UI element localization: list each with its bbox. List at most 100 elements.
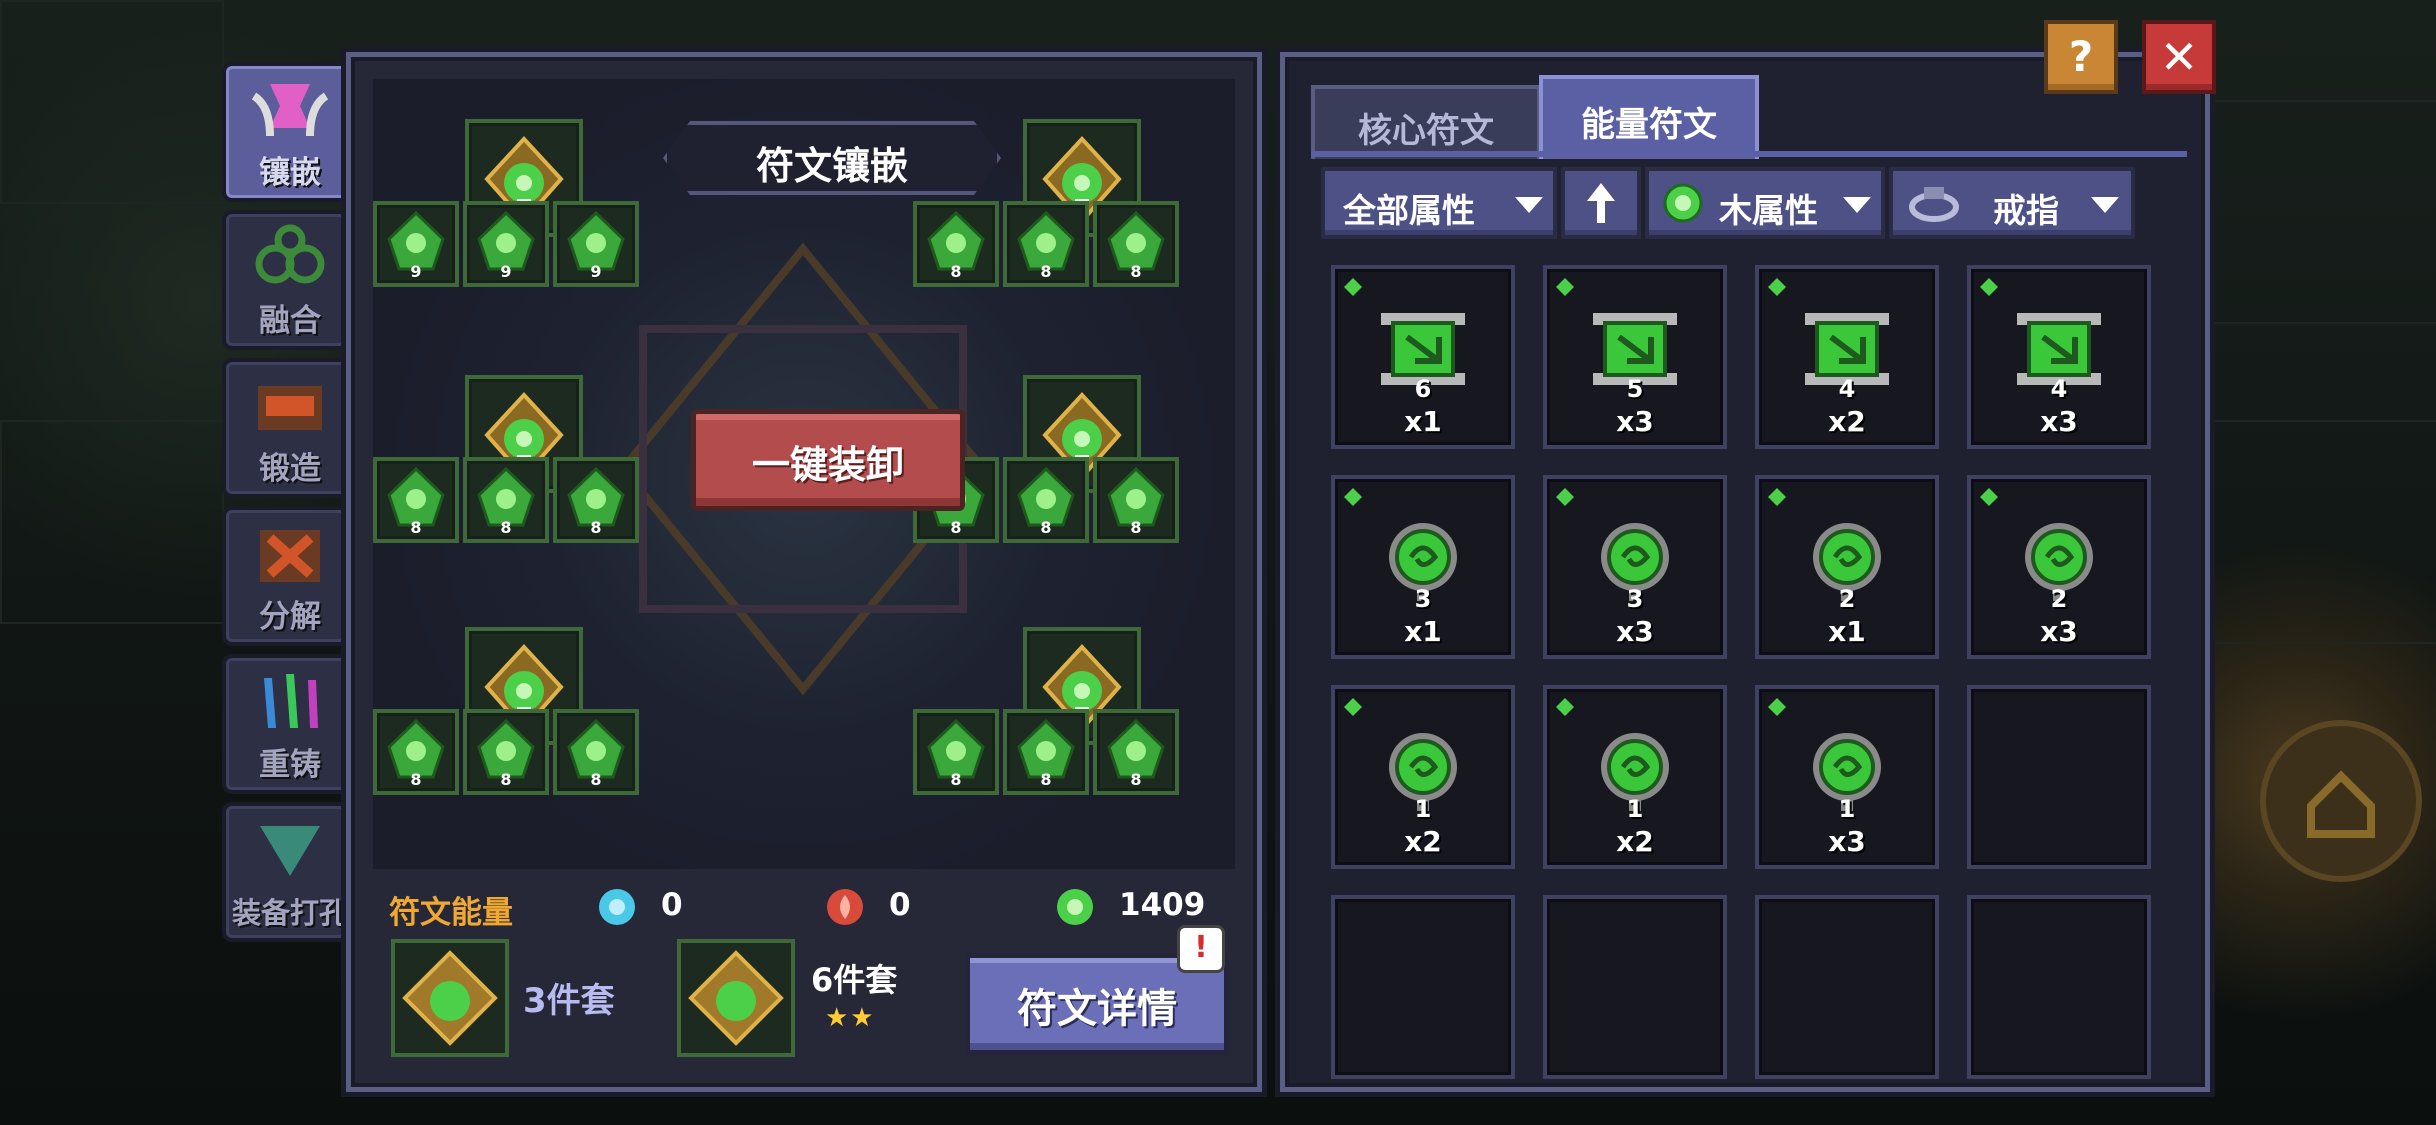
red-energy-value: 0 (889, 887, 911, 923)
rune-count: x1 (1404, 615, 1442, 648)
rune-grid-cell[interactable]: 4 x3 (1967, 265, 2151, 449)
energy-slot[interactable]: 8 (1093, 709, 1179, 795)
energy-slot[interactable]: 8 (1003, 457, 1089, 543)
rune-grid-cell[interactable] (1967, 895, 2151, 1079)
inlay-title-bar: 符文镶嵌 (663, 121, 1001, 195)
wood-element-icon (1344, 488, 1362, 506)
rune-grid-cell[interactable]: 6 x1 (1331, 265, 1515, 449)
chevron-down-icon (1515, 197, 1543, 213)
rune-level: 3 (1414, 585, 1432, 613)
nav-fusion[interactable]: 融合 (222, 210, 358, 350)
energy-slot[interactable]: 8 (463, 457, 549, 543)
energy-slot[interactable]: 8 (373, 709, 459, 795)
wood-element-icon (1980, 278, 1998, 296)
one-click-unequip-button[interactable]: 一键装卸 (691, 409, 965, 511)
energy-slot-level: 8 (1130, 518, 1142, 537)
up-arrow-icon (1587, 183, 1615, 223)
rune-grid-cell[interactable] (1543, 895, 1727, 1079)
chevron-down-icon (1843, 197, 1871, 213)
energy-slot[interactable]: 9 (373, 201, 459, 287)
element-filter-dropdown[interactable]: 木属性 (1645, 167, 1885, 239)
rune-count: x3 (2040, 615, 2078, 648)
rune-grid-cell[interactable]: 1 x3 (1755, 685, 1939, 869)
energy-slot[interactable]: 8 (553, 457, 639, 543)
rune-grid-cell[interactable] (1967, 685, 2151, 869)
energy-slot-level: 8 (500, 518, 512, 537)
rune-grid-cell[interactable]: 1 x2 (1543, 685, 1727, 869)
energy-slot[interactable]: 8 (913, 709, 999, 795)
energy-slot[interactable]: 9 (553, 201, 639, 287)
nav-socket-punch[interactable]: 装备打孔 (222, 802, 358, 942)
rune-inventory-panel: 核心符文 能量符文 全部属性 木属性 戒指 6 x1 5 x3 4 x2 4 x3 3 x1 3 x3… (1280, 52, 2210, 1092)
help-button[interactable]: ? (2044, 20, 2118, 94)
energy-slot[interactable]: 8 (463, 709, 549, 795)
energy-slot-level: 8 (1040, 770, 1052, 789)
wood-element-icon (1344, 698, 1362, 716)
set-3-slot[interactable] (391, 939, 509, 1057)
tab-core-runes[interactable]: 核心符文 (1311, 85, 1541, 159)
ring-icon (1909, 187, 1959, 222)
energy-slot-level: 8 (1130, 770, 1142, 789)
rune-count: x3 (2040, 405, 2078, 438)
nav-recast-label: 重铸 (259, 747, 321, 783)
unequip-label: 一键装卸 (751, 443, 904, 487)
nav-forge-label: 锻造 (259, 451, 321, 487)
rune-grid-cell[interactable] (1755, 895, 1939, 1079)
rune-grid-cell[interactable] (1331, 895, 1515, 1079)
energy-slot[interactable]: 9 (463, 201, 549, 287)
rune-energy-label: 符文能量 (389, 895, 513, 931)
energy-slot[interactable]: 8 (1093, 457, 1179, 543)
tab-underline (1311, 151, 2187, 157)
nav-inlay[interactable]: 镶嵌 (222, 62, 358, 202)
fusion-icon (255, 224, 325, 284)
energy-slot[interactable]: 8 (1093, 201, 1179, 287)
rune-set-icon (402, 950, 498, 1046)
attribute-filter-dropdown[interactable]: 全部属性 (1321, 167, 1557, 239)
energy-slot[interactable]: 8 (373, 457, 459, 543)
nav-forge[interactable]: 锻造 (222, 358, 358, 498)
wood-element-icon (1556, 698, 1574, 716)
energy-slot-level: 9 (500, 262, 512, 281)
filter-bar: 全部属性 木属性 戒指 (1321, 167, 2181, 239)
rune-level: 6 (1414, 375, 1432, 403)
rune-grid-cell[interactable]: 5 x3 (1543, 265, 1727, 449)
energy-slot[interactable]: 8 (1003, 201, 1089, 287)
rune-level: 2 (2050, 585, 2068, 613)
energy-slot[interactable]: 8 (1003, 709, 1089, 795)
rune-count: x3 (1828, 825, 1866, 858)
wood-element-icon (1663, 183, 1703, 223)
dismantle-icon (260, 530, 320, 582)
rune-count: x3 (1616, 615, 1654, 648)
inlay-icon (251, 84, 329, 137)
rune-grid-cell[interactable]: 2 x1 (1755, 475, 1939, 659)
rune-details-label: 符文详情 (1017, 986, 1177, 1032)
energy-slot-level: 8 (1130, 262, 1142, 281)
energy-slot-level: 8 (410, 518, 422, 537)
rune-level: 4 (1838, 375, 1856, 403)
rune-set-icon (688, 950, 784, 1046)
rune-count: x1 (1404, 405, 1442, 438)
rune-grid-cell[interactable]: 3 x1 (1331, 475, 1515, 659)
set-6-slot[interactable] (677, 939, 795, 1057)
sort-button[interactable] (1561, 167, 1641, 239)
set-6-label: 6件套 (811, 961, 898, 999)
nav-recast[interactable]: 重铸 (222, 654, 358, 794)
energy-slot-level: 8 (950, 518, 962, 537)
energy-slot[interactable]: 8 (553, 709, 639, 795)
rune-grid-cell[interactable]: 1 x2 (1331, 685, 1515, 869)
tab-energy-runes[interactable]: 能量符文 (1539, 75, 1759, 159)
rune-grid-cell[interactable]: 2 x3 (1967, 475, 2151, 659)
chevron-down-icon (2091, 197, 2119, 213)
rune-grid-cell[interactable]: 4 x2 (1755, 265, 1939, 449)
energy-slot[interactable]: 8 (913, 201, 999, 287)
wood-element-icon (1768, 488, 1786, 506)
nav-dismantle[interactable]: 分解 (222, 506, 358, 646)
blue-energy-icon (599, 889, 635, 925)
rune-level: 2 (1838, 585, 1856, 613)
equip-type-dropdown[interactable]: 戒指 (1889, 167, 2135, 239)
close-button[interactable]: ✕ (2142, 20, 2216, 94)
rune-count: x1 (1828, 615, 1866, 648)
rune-level: 3 (1626, 585, 1644, 613)
rune-grid-cell[interactable]: 3 x3 (1543, 475, 1727, 659)
rune-level: 5 (1626, 375, 1644, 403)
